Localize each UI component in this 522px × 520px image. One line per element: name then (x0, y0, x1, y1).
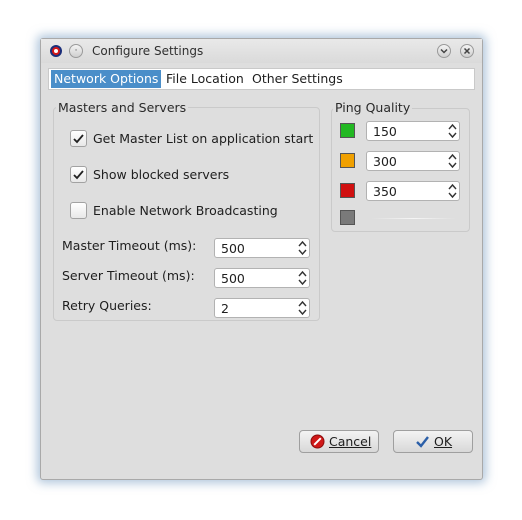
enable-broadcasting-label: Enable Network Broadcasting (93, 203, 278, 218)
minimize-button[interactable] (437, 44, 451, 58)
ping-quality-title: Ping Quality (333, 100, 413, 115)
tab-file-location[interactable]: File Location (163, 70, 247, 88)
ping-unknown-divider (371, 218, 456, 219)
ping-bad-value: 350 (373, 184, 397, 199)
close-button[interactable] (460, 44, 474, 58)
window-menu-icon: · (74, 46, 78, 56)
server-timeout-label: Server Timeout (ms): (62, 268, 195, 283)
close-icon (463, 47, 471, 55)
retry-queries-value: 2 (221, 301, 229, 316)
master-timeout-value: 500 (221, 241, 245, 256)
spin-arrows-icon[interactable] (297, 299, 308, 317)
ping-color-swatch-good[interactable] (340, 123, 355, 138)
ping-color-swatch-medium[interactable] (340, 153, 355, 168)
tab-bar: Network Options File Location Other Sett… (48, 68, 475, 90)
cancel-icon (310, 434, 325, 449)
get-master-list-checkbox[interactable] (70, 130, 87, 147)
checkmark-icon (73, 170, 84, 180)
ok-label: OK (434, 434, 453, 449)
tab-network-options[interactable]: Network Options (51, 70, 162, 88)
ping-medium-value: 300 (373, 154, 397, 169)
chevron-down-icon (440, 48, 448, 54)
master-timeout-spinbox[interactable]: 500 (214, 238, 310, 258)
spin-arrows-icon[interactable] (447, 152, 458, 170)
ping-color-swatch-bad[interactable] (340, 183, 355, 198)
ping-good-spinbox[interactable]: 150 (366, 121, 460, 141)
ping-bad-spinbox[interactable]: 350 (366, 181, 460, 201)
checkmark-icon (73, 134, 84, 144)
settings-window: · Configure Settings Network Options Fil… (40, 38, 483, 480)
master-timeout-label: Master Timeout (ms): (62, 238, 197, 253)
server-timeout-value: 500 (221, 271, 245, 286)
masters-servers-title: Masters and Servers (56, 100, 189, 115)
show-blocked-servers-checkbox[interactable] (70, 166, 87, 183)
ping-color-swatch-unknown[interactable] (340, 210, 355, 225)
cancel-label: Cancel (329, 434, 372, 449)
window-menu-button[interactable]: · (69, 44, 83, 58)
spin-arrows-icon[interactable] (297, 269, 308, 287)
ping-good-value: 150 (373, 124, 397, 139)
window-title: Configure Settings (92, 44, 204, 58)
title-bar[interactable]: · Configure Settings (41, 39, 482, 63)
ping-medium-spinbox[interactable]: 300 (366, 151, 460, 171)
app-icon (50, 45, 62, 57)
show-blocked-servers-label: Show blocked servers (93, 167, 230, 182)
server-timeout-spinbox[interactable]: 500 (214, 268, 310, 288)
tab-other-settings[interactable]: Other Settings (249, 70, 346, 88)
cancel-button[interactable]: Cancel (299, 430, 379, 453)
get-master-list-label: Get Master List on application start (93, 131, 314, 146)
spin-arrows-icon[interactable] (447, 122, 458, 140)
retry-queries-label: Retry Queries: (62, 298, 152, 313)
spin-arrows-icon[interactable] (297, 239, 308, 257)
checkmark-icon (416, 436, 429, 448)
retry-queries-spinbox[interactable]: 2 (214, 298, 310, 318)
enable-broadcasting-checkbox[interactable] (70, 202, 87, 219)
ok-button[interactable]: OK (393, 430, 473, 453)
spin-arrows-icon[interactable] (447, 182, 458, 200)
